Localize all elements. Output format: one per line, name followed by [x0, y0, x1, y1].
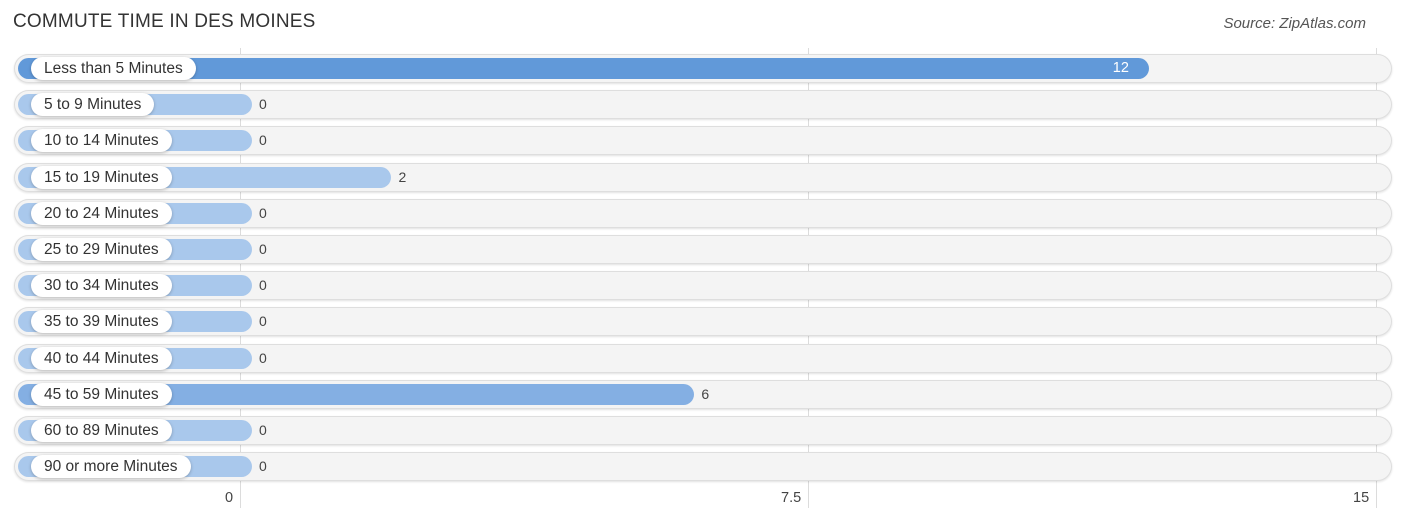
x-tick-label: 0 [225, 490, 234, 506]
value-label: 0 [259, 458, 267, 474]
value-label: 12 [1112, 60, 1129, 76]
category-label: 90 or more Minutes [31, 455, 191, 478]
value-label: 0 [259, 277, 267, 293]
category-label: 25 to 29 Minutes [31, 238, 172, 261]
value-label: 0 [259, 422, 267, 438]
value-label: 0 [259, 205, 267, 221]
category-label: 20 to 24 Minutes [31, 202, 172, 225]
value-label: 0 [259, 313, 267, 329]
category-label: 15 to 19 Minutes [31, 166, 172, 189]
value-label: 0 [259, 350, 267, 366]
bar-chart: Less than 5 Minutes 12 5 to 9 Minutes 0 10 t… [0, 0, 1406, 523]
category-label: 40 to 44 Minutes [31, 347, 172, 370]
category-label: 45 to 59 Minutes [31, 383, 172, 406]
value-label: 0 [259, 241, 267, 257]
value-label: 2 [398, 169, 407, 185]
x-tick-label: 7.5 [781, 490, 802, 506]
category-label: 60 to 89 Minutes [31, 419, 172, 442]
category-label: 30 to 34 Minutes [31, 274, 172, 297]
x-tick-label: 15 [1353, 490, 1370, 506]
value-label: 6 [701, 386, 710, 402]
category-label: Less than 5 Minutes [31, 57, 196, 80]
category-label: 35 to 39 Minutes [31, 310, 172, 333]
value-label: 0 [259, 132, 267, 148]
value-label: 0 [259, 96, 267, 112]
category-label: 5 to 9 Minutes [31, 93, 155, 116]
category-label: 10 to 14 Minutes [31, 129, 172, 152]
